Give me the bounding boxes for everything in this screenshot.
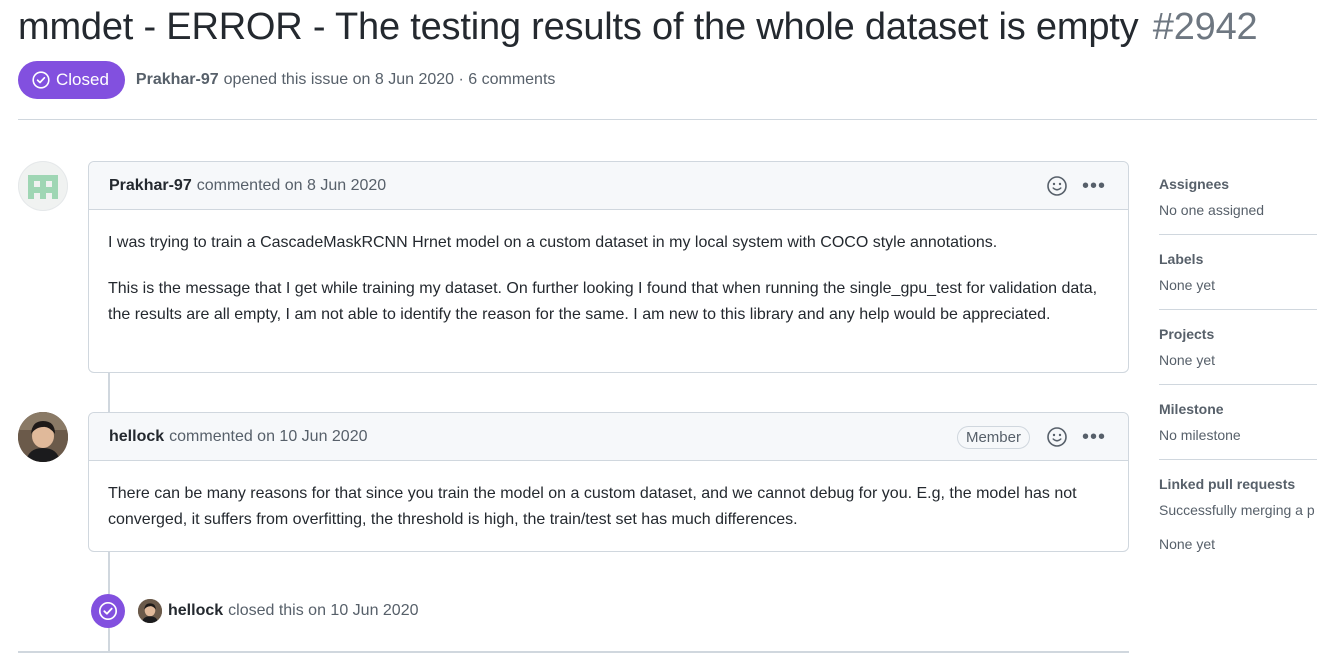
comment-timestamp[interactable]: commented on 10 Jun 2020 xyxy=(169,428,367,446)
comment: Prakhar-97 commented on 8 Jun 2020 ••• I… xyxy=(88,161,1129,373)
sidebar-labels: Labels None yet xyxy=(1159,235,1317,310)
sidebar-section-value: None yet xyxy=(1159,277,1216,293)
sidebar-section-title[interactable]: Assignees xyxy=(1159,176,1317,192)
event-text: closed this on 10 Jun 2020 xyxy=(228,602,419,619)
kebab-menu-icon[interactable]: ••• xyxy=(1082,176,1106,196)
comment-timestamp[interactable]: commented on 8 Jun 2020 xyxy=(197,177,386,195)
sidebar-section-title[interactable]: Linked pull requests xyxy=(1159,476,1317,492)
check-circle-icon xyxy=(32,71,50,89)
sidebar-assignees: Assignees No one assigned xyxy=(1159,160,1317,235)
sidebar-section-title[interactable]: Labels xyxy=(1159,251,1317,267)
closed-event-badge xyxy=(91,594,125,628)
header-divider xyxy=(18,119,1317,120)
issue-title-text: mmdet - ERROR - The testing results of t… xyxy=(18,6,1139,48)
sidebar-section-value: No milestone xyxy=(1159,427,1241,443)
sidebar-section-value: Successfully merging a p xyxy=(1159,502,1315,518)
issue-meta: Closed Prakhar-97 opened this issue on 8… xyxy=(18,61,555,99)
state-label: Closed xyxy=(56,70,109,89)
state-badge: Closed xyxy=(18,61,125,99)
comment-paragraph: I was trying to train a CascadeMaskRCNN … xyxy=(108,234,998,251)
comment-tools: Member ••• xyxy=(956,413,1106,461)
photo-avatar xyxy=(138,599,162,623)
comment-paragraph: There can be many reasons for that since… xyxy=(108,485,1077,528)
comment-body: There can be many reasons for that since… xyxy=(89,461,1128,551)
kebab-menu-icon[interactable]: ••• xyxy=(1082,427,1106,447)
comment-author-link[interactable]: hellock xyxy=(109,428,164,446)
sidebar-milestone: Milestone No milestone xyxy=(1159,385,1317,460)
comment-paragraph: This is the message that I get while tra… xyxy=(108,280,1098,323)
timeline-connector xyxy=(108,373,110,412)
sidebar-section-value: None yet xyxy=(1159,536,1216,552)
sidebar-section-title[interactable]: Projects xyxy=(1159,326,1317,342)
avatar[interactable] xyxy=(138,599,162,623)
member-badge: Member xyxy=(956,425,1030,449)
sidebar-section-value: No one assigned xyxy=(1159,202,1265,218)
issue-author-link[interactable]: Prakhar-97 xyxy=(136,71,219,89)
comment-author-link[interactable]: Prakhar-97 xyxy=(109,177,192,195)
avatar[interactable] xyxy=(18,412,68,462)
comment-header: Prakhar-97 commented on 8 Jun 2020 ••• xyxy=(89,162,1128,210)
comment-body: I was trying to train a CascadeMaskRCNN … xyxy=(89,210,1128,346)
comment-tools: ••• xyxy=(1046,162,1106,210)
issue-title: mmdet - ERROR - The testing results of t… xyxy=(18,6,1258,49)
avatar[interactable] xyxy=(18,161,68,211)
sidebar-projects: Projects None yet xyxy=(1159,310,1317,385)
sidebar-linked-prs: Linked pull requests Successfully mergin… xyxy=(1159,460,1317,568)
comment-header: hellock commented on 10 Jun 2020 Member … xyxy=(89,413,1128,461)
identicon-avatar xyxy=(28,175,58,199)
smiley-icon[interactable] xyxy=(1046,175,1068,197)
sidebar-section-value: None yet xyxy=(1159,352,1216,368)
check-circle-icon xyxy=(98,601,118,621)
event-actor-link[interactable]: hellock xyxy=(168,602,223,620)
timeline-event-closed: hellock closed this on 10 Jun 2020 xyxy=(91,594,419,628)
issue-sidebar: Assignees No one assigned Labels None ye… xyxy=(1159,160,1317,568)
comment: hellock commented on 10 Jun 2020 Member … xyxy=(88,412,1129,552)
sidebar-section-title[interactable]: Milestone xyxy=(1159,401,1317,417)
issue-number: #2942 xyxy=(1152,6,1258,48)
smiley-icon[interactable] xyxy=(1046,426,1068,448)
photo-avatar xyxy=(18,412,68,462)
issue-meta-text: opened this issue on 8 Jun 2020 · 6 comm… xyxy=(223,71,556,88)
